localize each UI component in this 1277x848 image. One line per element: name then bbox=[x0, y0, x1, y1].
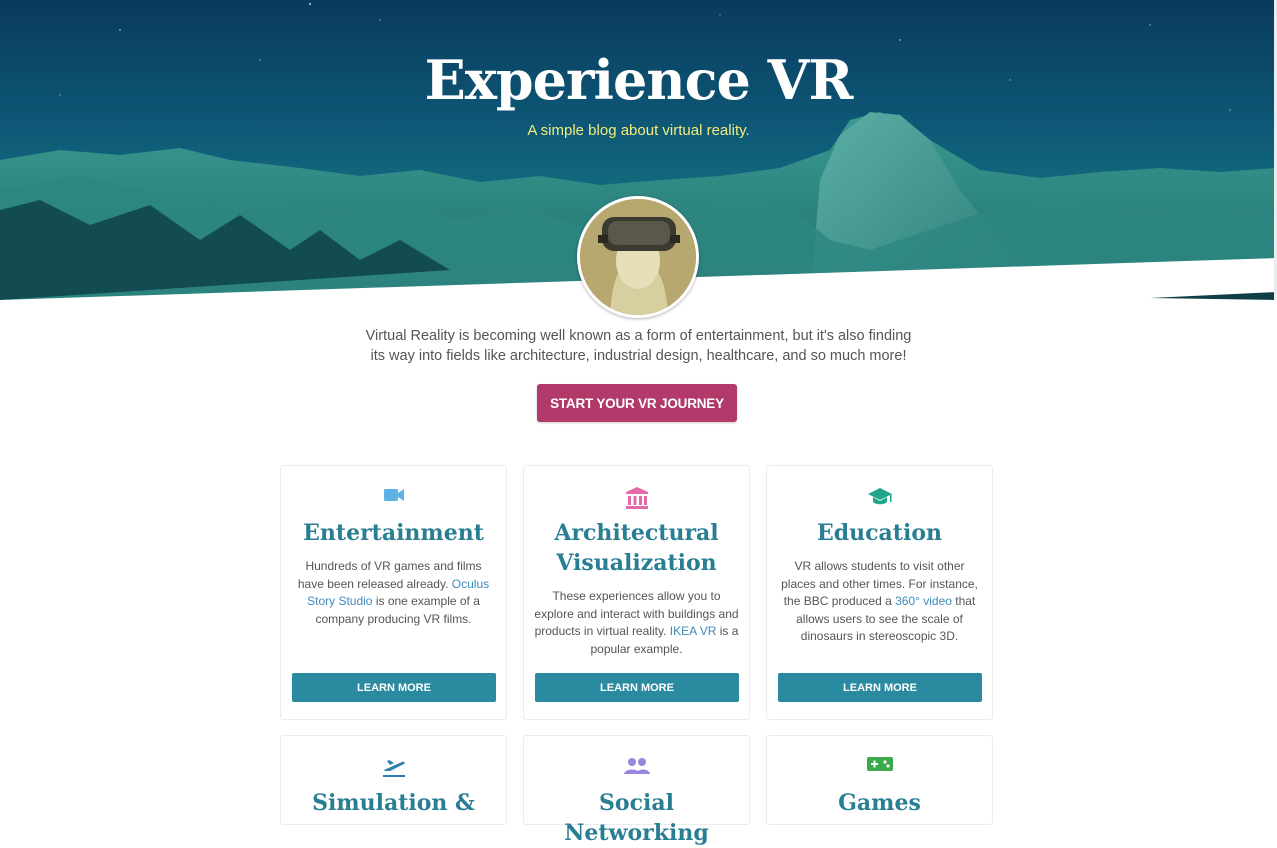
learn-more-button[interactable]: LEARN MORE bbox=[292, 673, 496, 702]
card-description: These experiences allow you to explore a… bbox=[534, 588, 739, 658]
card-description: Hundreds of VR games and films have been… bbox=[291, 558, 496, 628]
intro-line: Virtual Reality is becoming well known a… bbox=[365, 328, 912, 344]
card-title-line: Visualization bbox=[556, 550, 717, 576]
card-title: Entertainment bbox=[287, 518, 500, 548]
card-title: Games bbox=[773, 788, 986, 818]
card-description: VR allows students to visit other places… bbox=[777, 558, 982, 646]
card-title: Simulation & bbox=[287, 788, 500, 818]
card-title-line: Entertainment bbox=[303, 520, 484, 546]
bank-icon bbox=[625, 487, 648, 509]
airplane-takeoff-icon bbox=[382, 760, 405, 777]
card-title: Education bbox=[773, 518, 986, 548]
start-vr-journey-button[interactable]: START YOUR VR JOURNEY bbox=[537, 384, 737, 422]
card-architectural-visualization: Architectural Visualization These experi… bbox=[523, 465, 750, 720]
graduation-cap-icon bbox=[867, 488, 892, 505]
page-title: Experience VR bbox=[424, 48, 854, 112]
card-simulation: Simulation & bbox=[280, 735, 507, 825]
video-camera-icon bbox=[383, 489, 404, 501]
gamepad-icon bbox=[866, 757, 893, 771]
vr-headset-avatar bbox=[577, 196, 699, 318]
card-games: Games bbox=[766, 735, 993, 825]
card-entertainment: Entertainment Hundreds of VR games and f… bbox=[280, 465, 507, 720]
intro-paragraph: Virtual Reality is becoming well known a… bbox=[340, 326, 937, 366]
person-with-vr-headset-image bbox=[580, 199, 696, 315]
card-education: Education VR allows students to visit ot… bbox=[766, 465, 993, 720]
learn-more-button[interactable]: LEARN MORE bbox=[778, 673, 982, 702]
card-title-line: Games bbox=[838, 790, 921, 816]
ikea-vr-link[interactable]: IKEA VR bbox=[670, 624, 717, 638]
360-video-link[interactable]: 360° video bbox=[895, 594, 952, 608]
card-social-networking: Social Networking bbox=[523, 735, 750, 846]
page-subtitle: A simple blog about virtual reality. bbox=[527, 122, 750, 139]
intro-line: its way into fields like architecture, i… bbox=[370, 348, 907, 364]
learn-more-button[interactable]: LEARN MORE bbox=[535, 673, 739, 702]
card-title-line: Architectural bbox=[554, 520, 719, 546]
card-title: Social Networking bbox=[530, 788, 743, 848]
card-title-line: Social Networking bbox=[564, 790, 709, 846]
card-title-line: Education bbox=[817, 520, 942, 546]
card-title-line: Simulation & bbox=[312, 790, 475, 816]
users-icon bbox=[623, 758, 650, 774]
card-title: Architectural Visualization bbox=[530, 518, 743, 578]
